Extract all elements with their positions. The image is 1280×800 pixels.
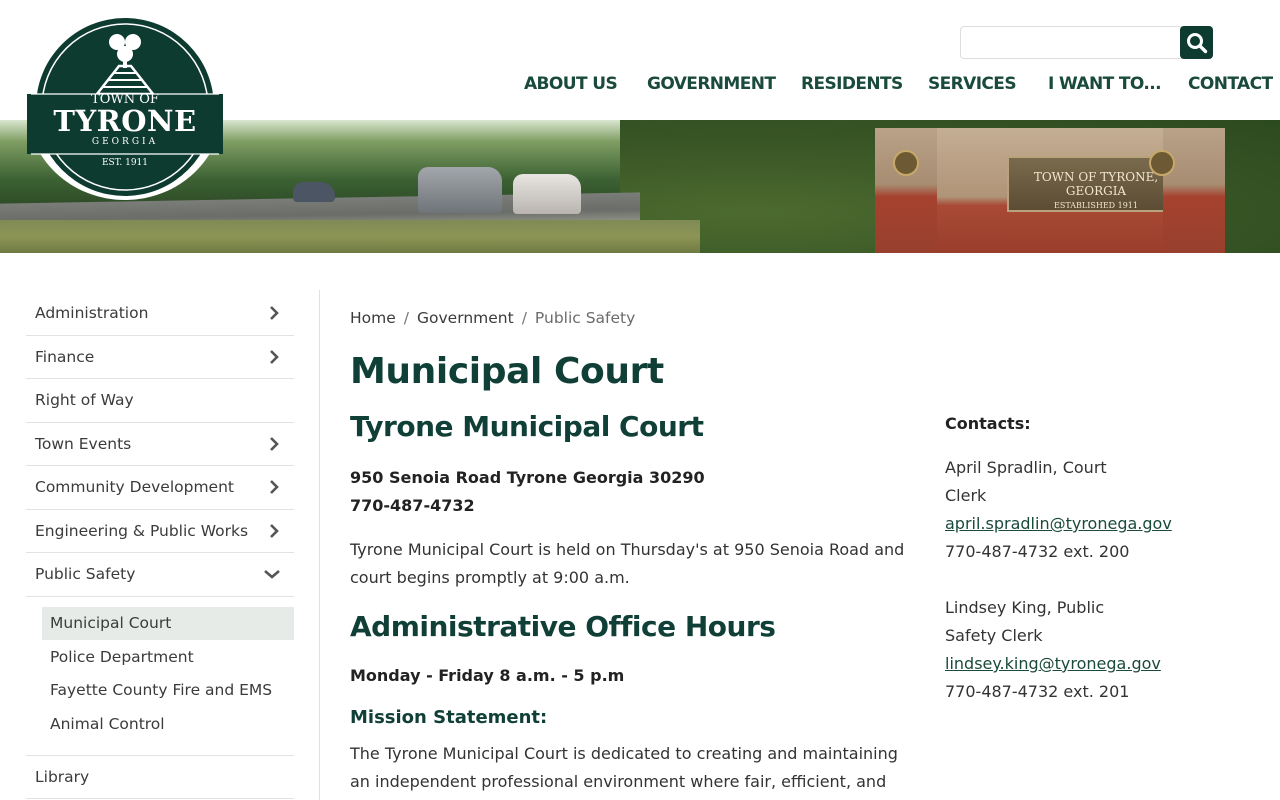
- breadcrumb-government[interactable]: Government: [417, 309, 514, 327]
- banner-car: [293, 182, 335, 202]
- mission-text: The Tyrone Municipal Court is dedicated …: [350, 744, 898, 791]
- chevron-down-icon[interactable]: [264, 568, 280, 580]
- chevron-right-icon[interactable]: [268, 349, 280, 364]
- section-heading-court: Tyrone Municipal Court: [350, 410, 704, 443]
- search-input[interactable]: [960, 26, 1182, 59]
- nav-about-us[interactable]: ABOUT US: [524, 74, 618, 94]
- sidebar-item-label: Public Safety: [35, 565, 136, 584]
- nav-services[interactable]: SERVICES: [928, 74, 1017, 94]
- sign-pillar-right: [1163, 128, 1225, 253]
- sidebar-subitem-municipal-court[interactable]: Municipal Court: [42, 606, 294, 640]
- contact-phone: 770-487-4732 ext. 201: [945, 682, 1130, 701]
- contact-title: Clerk: [945, 486, 987, 505]
- court-address-block: 950 Senoia Road Tyrone Georgia 30290 770…: [350, 464, 705, 520]
- sign-pillar-left: [875, 128, 937, 253]
- court-phone: 770-487-4732: [350, 496, 475, 515]
- court-schedule-text: Tyrone Municipal Court is held on Thursd…: [350, 540, 905, 587]
- nav-i-want-to[interactable]: I WANT TO...: [1048, 74, 1162, 94]
- sidebar-item-administration[interactable]: Administration: [26, 292, 294, 336]
- contacts-label: Contacts:: [945, 414, 1031, 433]
- contact-title: Safety Clerk: [945, 626, 1043, 645]
- search-icon: [1186, 32, 1207, 53]
- chevron-right-icon[interactable]: [268, 306, 280, 321]
- breadcrumb-home[interactable]: Home: [350, 309, 396, 327]
- chevron-right-icon[interactable]: [268, 523, 280, 538]
- sidebar-item-right-of-way[interactable]: Right of Way: [26, 379, 294, 423]
- chevron-right-icon[interactable]: [268, 436, 280, 451]
- sidebar-item-label: Administration: [35, 304, 149, 323]
- contact-phone: 770-487-4732 ext. 200: [945, 542, 1130, 561]
- sidebar-item-finance[interactable]: Finance: [26, 336, 294, 379]
- sign-subtitle: ESTABLISHED 1911: [1054, 201, 1138, 210]
- sign-wall: TOWN OF TYRONE, GEORGIA ESTABLISHED 1911: [937, 128, 1185, 253]
- sidebar-subitem-fire-ems[interactable]: Fayette County Fire and EMS: [42, 674, 294, 708]
- banner-car: [513, 174, 581, 214]
- sidebar-divider: [319, 290, 320, 800]
- section-heading-office-hours: Administrative Office Hours: [350, 610, 776, 643]
- breadcrumb-separator: /: [403, 309, 410, 327]
- mission-heading: Mission Statement:: [350, 707, 548, 728]
- sidebar-subitem-animal-control[interactable]: Animal Control: [42, 707, 294, 741]
- town-sign: TOWN OF TYRONE, GEORGIA ESTABLISHED 1911: [875, 128, 1225, 253]
- page-title: Municipal Court: [350, 351, 664, 392]
- contacts-panel: Contacts: April Spradlin, Court Clerk ap…: [945, 410, 1185, 734]
- banner-grass: [0, 220, 700, 253]
- town-logo[interactable]: TOWN OF TYRONE GEORGIA EST. 1911: [27, 14, 223, 200]
- logo-name: TYRONE: [53, 104, 197, 138]
- logo-est: EST. 1911: [101, 158, 149, 168]
- search-button[interactable]: [1180, 26, 1213, 59]
- contact-name: April Spradlin, Court: [945, 458, 1107, 477]
- sidebar-subitem-police-department[interactable]: Police Department: [42, 640, 294, 674]
- sidebar-item-library[interactable]: Library: [26, 756, 294, 799]
- contact-email-link[interactable]: lindsey.king@tyronega.gov: [945, 654, 1161, 673]
- sidebar-item-label: Finance: [35, 347, 95, 366]
- sign-seal-icon: [1149, 150, 1175, 176]
- sidebar-item-label: Engineering & Public Works: [35, 521, 249, 540]
- sidebar-item-label: Town Events: [35, 434, 132, 453]
- search-box: [960, 26, 1213, 59]
- sidebar-nav: Administration Finance Right of Way Town…: [26, 292, 294, 799]
- sign-seal-icon: [893, 150, 919, 176]
- sidebar-item-public-safety[interactable]: Public Safety: [26, 553, 294, 597]
- chevron-right-icon[interactable]: [268, 480, 280, 495]
- nav-contact[interactable]: CONTACT: [1188, 74, 1273, 94]
- sidebar-item-label: Community Development: [35, 478, 234, 497]
- nav-residents[interactable]: RESIDENTS: [801, 74, 903, 94]
- contact-lindsey-king: Lindsey King, Public Safety Clerk lindse…: [945, 594, 1185, 706]
- sidebar-item-label: Right of Way: [35, 391, 134, 410]
- office-hours-text: Monday - Friday 8 a.m. - 5 p.m: [350, 666, 625, 685]
- sidebar-item-label: Library: [35, 767, 90, 786]
- sidebar-sublist-public-safety: Municipal Court Police Department Fayett…: [26, 597, 294, 756]
- sidebar-item-community-development[interactable]: Community Development: [26, 466, 294, 510]
- contact-email-link[interactable]: april.spradlin@tyronega.gov: [945, 514, 1172, 533]
- breadcrumb-current: Public Safety: [534, 309, 636, 327]
- breadcrumb-separator: /: [521, 309, 527, 327]
- logo-state: GEORGIA: [91, 137, 159, 147]
- nav-government[interactable]: GOVERNMENT: [647, 74, 776, 94]
- sidebar-item-town-events[interactable]: Town Events: [26, 423, 294, 466]
- sidebar-item-engineering-public-works[interactable]: Engineering & Public Works: [26, 510, 294, 553]
- contact-name: Lindsey King, Public: [945, 598, 1105, 617]
- contact-april-spradlin: April Spradlin, Court Clerk april.spradl…: [945, 454, 1185, 566]
- court-address: 950 Senoia Road Tyrone Georgia 30290: [350, 468, 705, 487]
- banner-car: [418, 167, 502, 213]
- breadcrumb: Home / Government / Public Safety: [350, 309, 635, 327]
